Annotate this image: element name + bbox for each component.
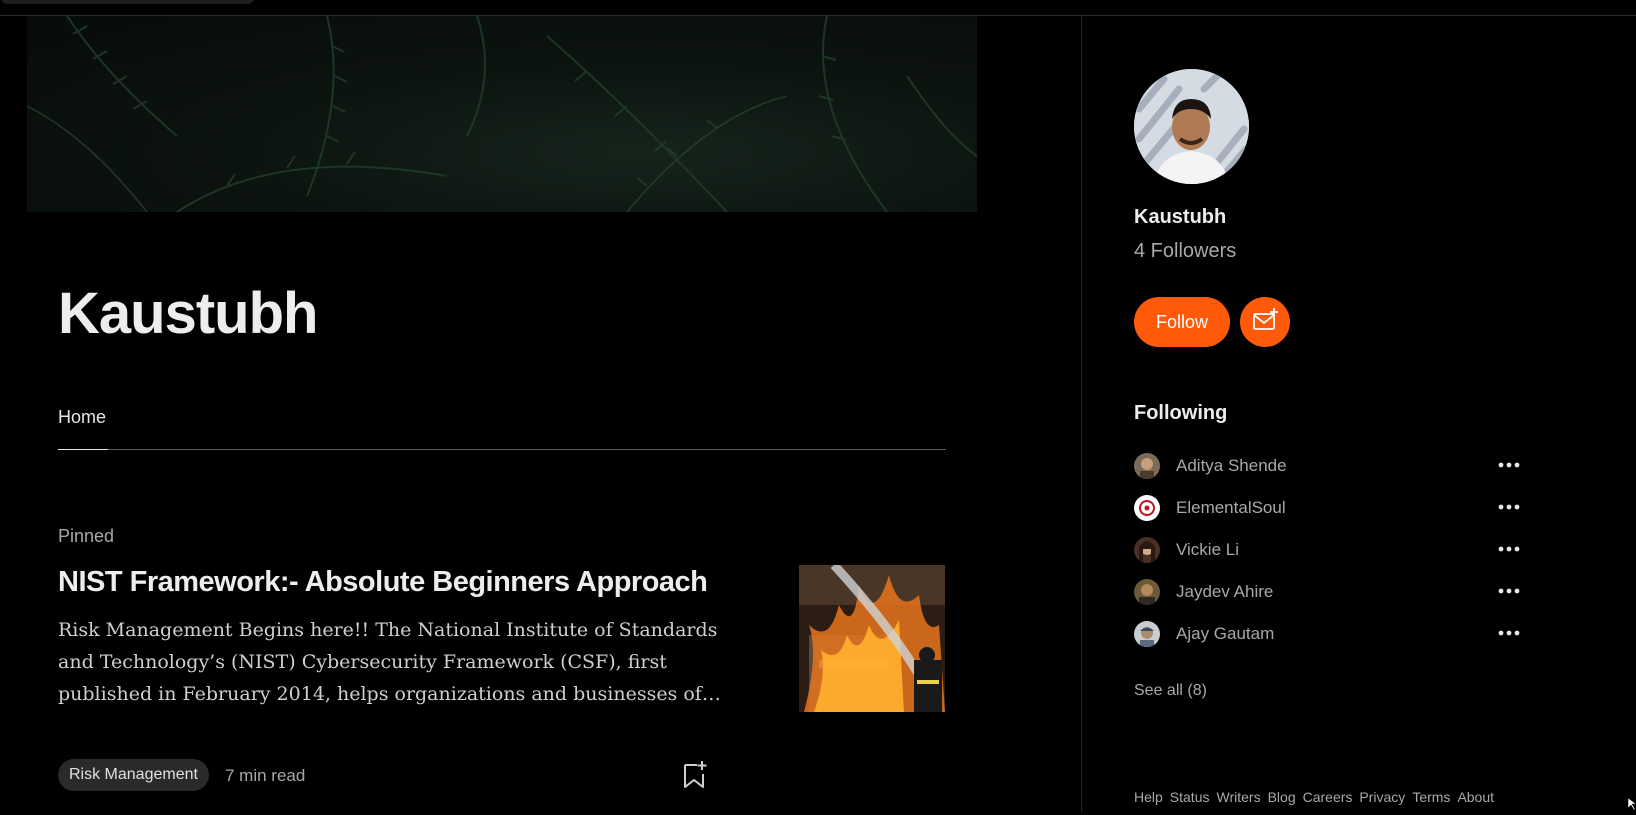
more-options-button[interactable] [1496,538,1522,560]
more-dots-icon [1498,546,1520,552]
fern-leaves-background [27,16,977,212]
tab-home[interactable]: Home [58,407,108,450]
avatar [1134,579,1160,605]
following-name: Vickie Li [1176,540,1239,559]
more-dots-icon [1498,588,1520,594]
more-dots-icon [1498,504,1520,510]
avatar [1134,537,1160,563]
following-item[interactable]: ElementalSoul [1134,495,1534,537]
footer-link-help[interactable]: Help [1134,789,1163,805]
profile-avatar[interactable] [1134,69,1249,184]
read-time: 7 min read [225,766,306,785]
top-bar [0,0,1636,16]
following-item[interactable]: Aditya Shende [1134,453,1534,495]
followers-count[interactable]: 4 Followers [1134,240,1236,263]
more-options-button[interactable] [1496,496,1522,518]
footer-link-terms[interactable]: Terms [1412,789,1450,805]
topic-tag[interactable]: Risk Management [58,759,209,791]
mouse-cursor-icon [1627,797,1636,811]
post-title-link[interactable]: NIST Framework:- Absolute Beginners Appr… [58,566,758,599]
following-item[interactable]: Ajay Gautam [1134,621,1534,663]
follow-button[interactable]: Follow [1134,297,1230,347]
footer-link-status[interactable]: Status [1170,789,1210,805]
avatar [1134,453,1160,479]
sidebar-divider [1081,16,1082,812]
post-excerpt[interactable]: Risk Management Begins here!! The Nation… [58,614,723,710]
footer-link-careers[interactable]: Careers [1303,789,1353,805]
see-all-following-link[interactable]: See all (8) [1134,682,1207,700]
more-options-button[interactable] [1496,622,1522,644]
more-options-button[interactable] [1496,580,1522,602]
bookmark-plus-icon [684,761,707,788]
profile-tabs: Home [58,402,946,450]
footer-links: Help Status Writers Blog Careers Privacy… [1134,789,1494,805]
author-name[interactable]: Kaustubh [1134,206,1226,229]
post-thumbnail-image[interactable] [799,565,945,712]
bookmark-add-button[interactable] [682,760,708,790]
following-list: Aditya Shende ElementalSoul Vickie Li Ja… [1134,453,1534,663]
pinned-label: Pinned [58,526,115,546]
following-name: Aditya Shende [1176,456,1287,475]
following-item[interactable]: Jaydev Ahire [1134,579,1534,621]
more-options-button[interactable] [1496,454,1522,476]
following-name: Jaydev Ahire [1176,582,1274,601]
profile-banner-image [27,16,977,212]
following-heading: Following [1134,402,1228,424]
avatar [1134,621,1160,647]
footer-link-writers[interactable]: Writers [1217,789,1261,805]
footer-link-privacy[interactable]: Privacy [1359,789,1405,805]
top-bar-edge [0,0,255,4]
following-name: Ajay Gautam [1176,624,1275,643]
more-dots-icon [1498,630,1520,636]
following-name: ElementalSoul [1176,498,1286,517]
footer-link-blog[interactable]: Blog [1268,789,1296,805]
mail-plus-icon [1253,308,1278,330]
following-item[interactable]: Vickie Li [1134,537,1534,579]
avatar [1134,495,1160,521]
footer-link-about[interactable]: About [1457,789,1494,805]
more-dots-icon [1498,462,1520,468]
subscribe-email-button[interactable] [1240,297,1290,347]
avatar-image [1134,69,1249,184]
burning-house-image [799,565,945,712]
page-title: Kaustubh [58,281,318,346]
